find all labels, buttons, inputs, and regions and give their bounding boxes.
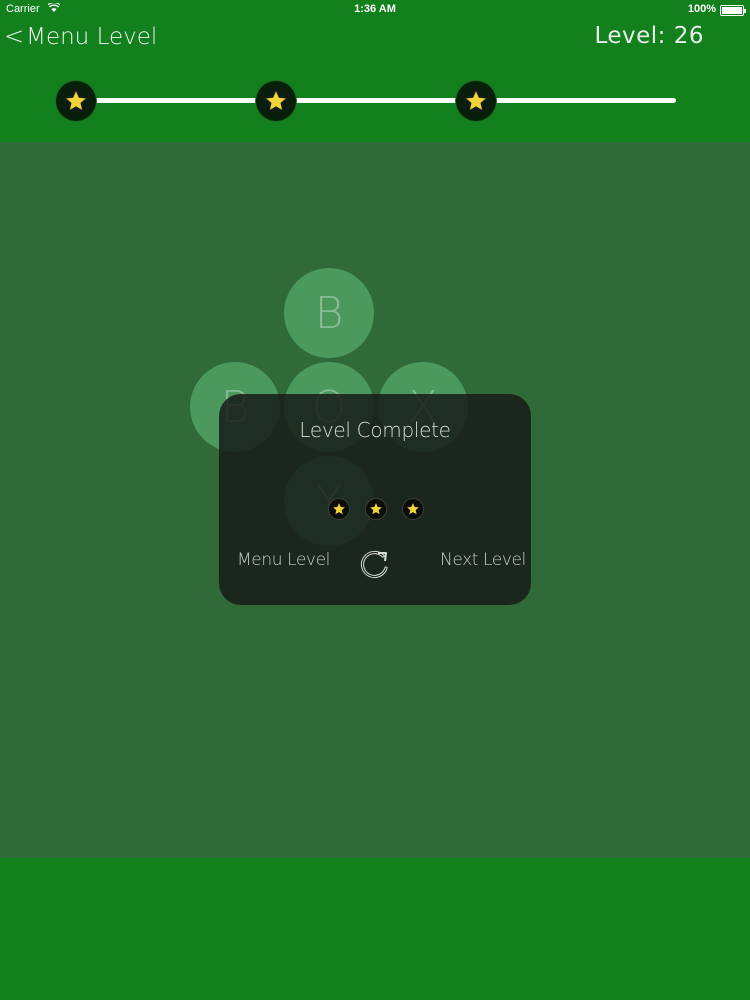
header-bar: <Menu Level Level: 26: [0, 20, 750, 142]
back-to-menu-button[interactable]: <Menu Level: [4, 20, 157, 52]
clock: 1:36 AM: [354, 3, 396, 15]
footer-bar: [0, 858, 750, 1000]
star-icon: [402, 498, 424, 520]
star-icon: [365, 498, 387, 520]
status-bar: Carrier 1:36 AM 100%: [0, 0, 750, 20]
level-complete-dialog: Level Complete Menu Level Next Level: [219, 394, 531, 605]
progress-track: [76, 98, 676, 103]
progress-star-icon: [256, 81, 296, 121]
battery-icon: [720, 5, 746, 16]
battery-percent: 100%: [687, 3, 716, 15]
star-icon: [328, 498, 350, 520]
dialog-title: Level Complete: [299, 418, 451, 442]
chevron-left-icon: <: [4, 22, 25, 50]
back-label: Menu Level: [26, 24, 158, 50]
replay-icon[interactable]: [357, 546, 393, 582]
level-indicator: Level: 26: [594, 23, 704, 49]
menu-level-button[interactable]: Menu Level: [237, 550, 330, 570]
letter-tile[interactable]: B: [284, 268, 374, 358]
progress-star-icon: [56, 81, 96, 121]
progress-star-icon: [456, 81, 496, 121]
next-level-button[interactable]: Next Level: [440, 550, 526, 570]
